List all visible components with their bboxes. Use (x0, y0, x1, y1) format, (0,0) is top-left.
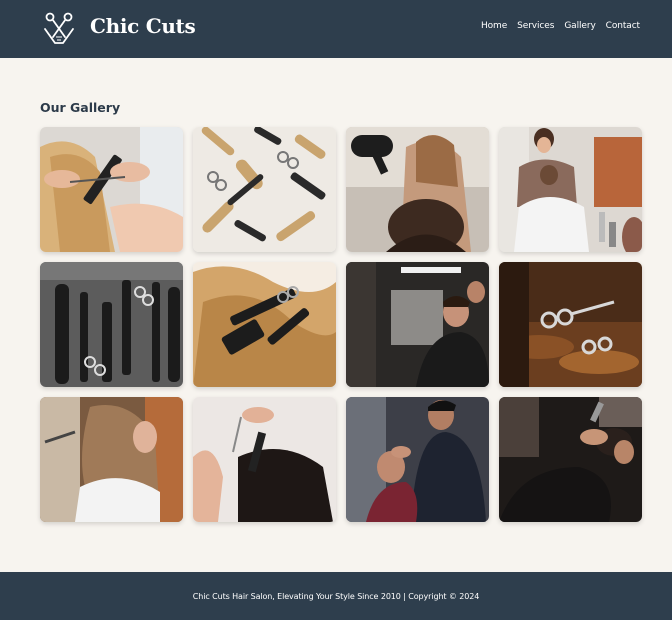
gallery-image-tools-flat-lay[interactable] (193, 127, 336, 252)
photo-combs-monochrome (40, 262, 183, 387)
gallery-image-scissors-cutting-hair[interactable] (40, 127, 183, 252)
gallery-image-tools-on-hair[interactable] (193, 262, 336, 387)
photo-scissors-cutting-hair (40, 127, 183, 252)
photo-stylist-with-child (499, 127, 642, 252)
photo-tools-flat-lay (193, 127, 336, 252)
photo-combing-dark-hair (193, 397, 336, 522)
photo-woman-long-hair (40, 397, 183, 522)
gallery-image-woman-long-hair[interactable] (40, 397, 183, 522)
gallery-image-combs-monochrome[interactable] (40, 262, 183, 387)
gallery-image-barber-trimming[interactable] (499, 397, 642, 522)
brand-name[interactable]: Chic Cuts (90, 14, 196, 38)
photo-blow-drying (346, 127, 489, 252)
gallery-image-stylist-with-child[interactable] (499, 127, 642, 252)
photo-tools-on-hair (193, 262, 336, 387)
nav-home-link[interactable]: Home (481, 21, 507, 31)
nav-services-link[interactable]: Services (517, 21, 554, 31)
gallery-image-blow-drying[interactable] (346, 127, 489, 252)
photo-barber-shop (346, 262, 489, 387)
gallery-image-barber-shop[interactable] (346, 262, 489, 387)
site-header: Chic Cuts Home Services Gallery Contact (0, 0, 672, 58)
photo-barber-styling (346, 397, 489, 522)
main-nav: Home Services Gallery Contact (481, 21, 640, 31)
nav-gallery-link[interactable]: Gallery (564, 21, 595, 31)
gallery-image-scissors-on-table[interactable] (499, 262, 642, 387)
gallery-grid (40, 127, 642, 522)
gallery-title: Our Gallery (40, 100, 121, 115)
photo-barber-trimming (499, 397, 642, 522)
photo-scissors-on-table (499, 262, 642, 387)
footer-copyright: Chic Cuts Hair Salon, Elevating Your Sty… (192, 591, 480, 601)
scissors-comb-logo-icon[interactable] (41, 11, 77, 45)
gallery-image-combing-dark-hair[interactable] (193, 397, 336, 522)
nav-contact-link[interactable]: Contact (606, 21, 640, 31)
gallery-image-barber-styling[interactable] (346, 397, 489, 522)
site-footer: Chic Cuts Hair Salon, Elevating Your Sty… (0, 572, 672, 620)
